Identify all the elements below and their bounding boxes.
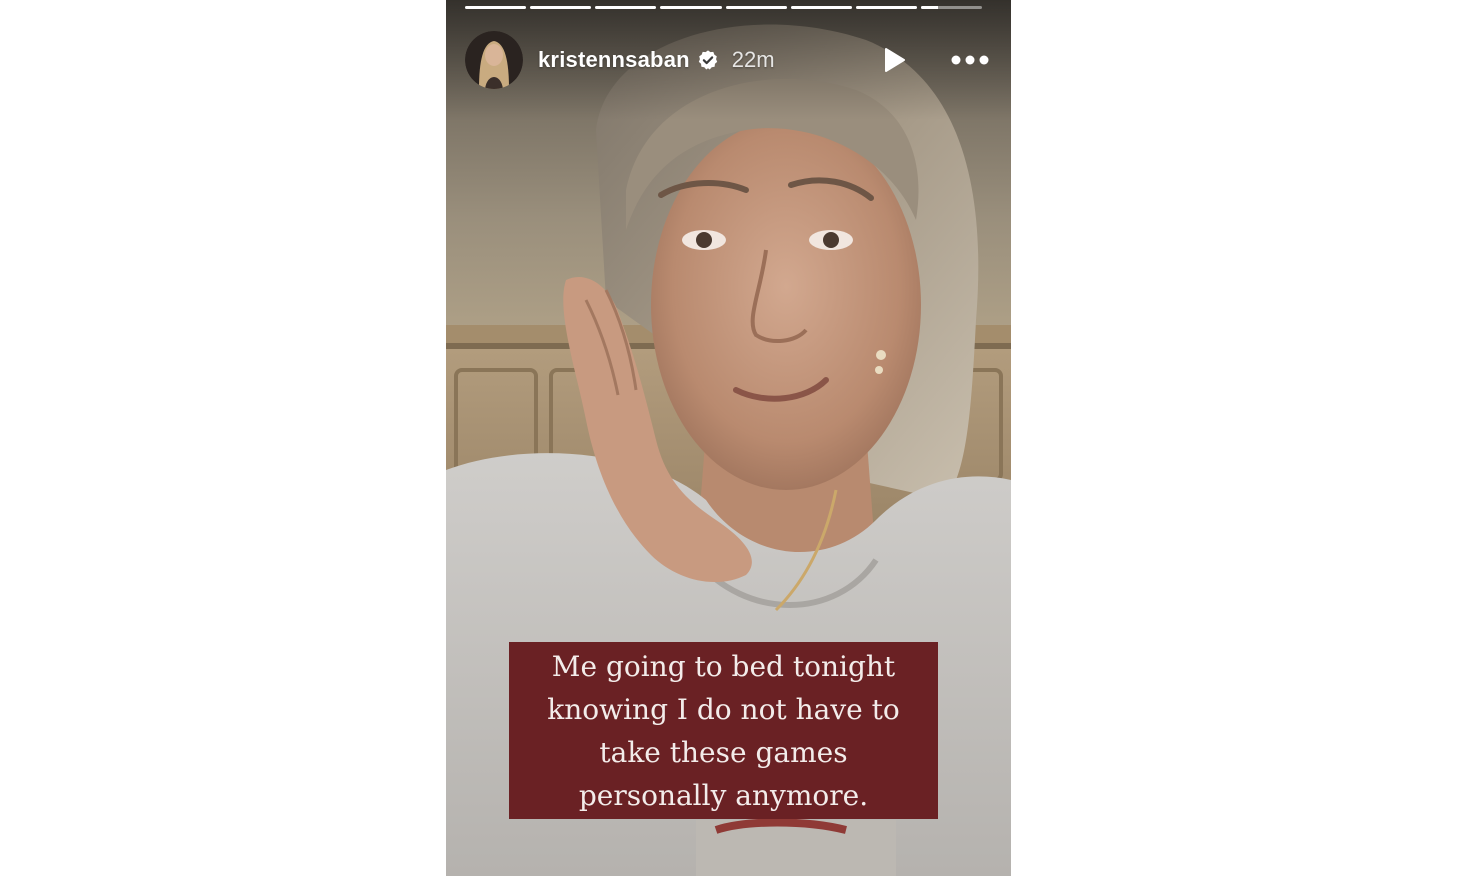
story-caption: Me going to bed tonight knowing I do not… [547,649,900,812]
story-progress-fill [725,6,787,9]
story-progress-fill [660,6,722,9]
profile-avatar[interactable] [465,31,523,89]
story-progress-segment [530,6,592,9]
story-progress-fill [855,6,917,9]
story-progress-segment [725,6,787,9]
story-progress-fill [595,6,657,9]
more-options-icon[interactable] [949,50,991,70]
story-progress-segment [920,6,982,9]
story-caption-box: Me going to bed tonight knowing I do not… [509,642,938,819]
story-progress-segment [595,6,657,9]
verified-badge-icon [698,50,717,70]
story-progress-segment [855,6,917,9]
story-progress-segment [790,6,852,9]
story-progress-fill [920,6,938,9]
story-progress-fill [465,6,527,9]
story-viewer[interactable]: kristennsaban 22m Me going to bed tonigh… [446,0,1011,876]
story-progress-segment [465,6,527,9]
story-header: kristennsaban 22m [465,30,991,90]
play-icon[interactable] [879,45,909,75]
story-progress-bar [465,6,982,9]
username[interactable]: kristennsaban [538,47,690,73]
story-progress-fill [530,6,592,9]
story-timestamp: 22m [731,47,775,72]
story-progress-segment [660,6,722,9]
story-progress-fill [790,6,852,9]
